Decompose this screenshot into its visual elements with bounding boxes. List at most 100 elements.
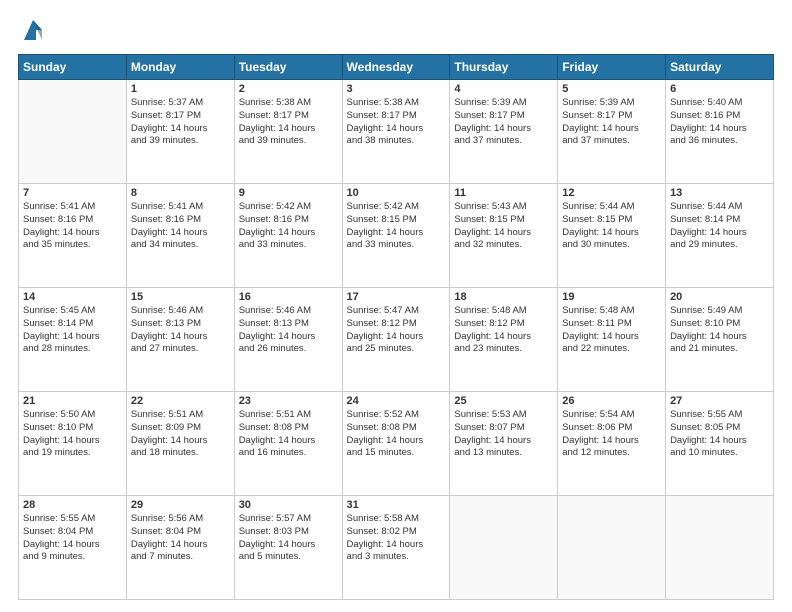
cell-info: Sunrise: 5:39 AM Sunset: 8:17 PM Dayligh… [454, 97, 553, 148]
calendar-cell: 27 Sunrise: 5:55 AM Sunset: 8:05 PM Dayli… [666, 392, 774, 496]
day-number: 20 [670, 291, 769, 303]
day-number: 26 [562, 395, 661, 407]
calendar-cell: 1Sunrise: 5:37 AM Sunset: 8:17 PM Daylig… [126, 80, 234, 184]
cell-info: Sunrise: 5:43 AM Sunset: 8:15 PM Dayligh… [454, 201, 553, 252]
day-number: 7 [23, 187, 122, 199]
day-number: 23 [239, 395, 338, 407]
cell-info: Sunrise: 5:42 AM Sunset: 8:15 PM Dayligh… [347, 201, 446, 252]
page: SundayMondayTuesdayWednesdayThursdayFrid… [0, 0, 792, 612]
calendar-cell: 5 Sunrise: 5:39 AM Sunset: 8:17 PM Daylig… [558, 80, 666, 184]
cell-info: Sunrise: 5:51 AM Sunset: 8:08 PM Dayligh… [239, 409, 338, 460]
cell-info: Sunrise: 5:47 AM Sunset: 8:12 PM Dayligh… [347, 305, 446, 356]
calendar-table: SundayMondayTuesdayWednesdayThursdayFrid… [18, 54, 774, 600]
calendar-cell: 6 Sunrise: 5:40 AM Sunset: 8:16 PM Daylig… [666, 80, 774, 184]
calendar-week-row: 14 Sunrise: 5:45 AM Sunset: 8:14 PM Dayli… [19, 288, 774, 392]
day-number: 22 [131, 395, 230, 407]
cell-info: Sunrise: 5:38 AM Sunset: 8:17 PM Dayligh… [239, 97, 338, 148]
calendar-cell: 11 Sunrise: 5:43 AM Sunset: 8:15 PM Dayli… [450, 184, 558, 288]
calendar-cell: 15 Sunrise: 5:46 AM Sunset: 8:13 PM Dayli… [126, 288, 234, 392]
cell-info: Sunrise: 5:55 AM Sunset: 8:04 PM Dayligh… [23, 513, 122, 564]
day-number: 10 [347, 187, 446, 199]
cell-info: Sunrise: 5:48 AM Sunset: 8:11 PM Dayligh… [562, 305, 661, 356]
calendar-cell [558, 496, 666, 600]
calendar-cell: 9 Sunrise: 5:42 AM Sunset: 8:16 PM Daylig… [234, 184, 342, 288]
weekday-header: Sunday [19, 55, 127, 80]
calendar-cell: 22 Sunrise: 5:51 AM Sunset: 8:09 PM Dayli… [126, 392, 234, 496]
cell-info: Sunrise: 5:48 AM Sunset: 8:12 PM Dayligh… [454, 305, 553, 356]
weekday-header: Saturday [666, 55, 774, 80]
calendar-cell: 18 Sunrise: 5:48 AM Sunset: 8:12 PM Dayli… [450, 288, 558, 392]
day-number: 2 [239, 83, 338, 95]
cell-info: Sunrise: 5:58 AM Sunset: 8:02 PM Dayligh… [347, 513, 446, 564]
weekday-header: Tuesday [234, 55, 342, 80]
calendar-cell: 20 Sunrise: 5:49 AM Sunset: 8:10 PM Dayli… [666, 288, 774, 392]
cell-info: Sunrise: 5:53 AM Sunset: 8:07 PM Dayligh… [454, 409, 553, 460]
calendar-cell: 4Sunrise: 5:39 AM Sunset: 8:17 PM Daylig… [450, 80, 558, 184]
calendar-cell: 13 Sunrise: 5:44 AM Sunset: 8:14 PM Dayli… [666, 184, 774, 288]
calendar-cell: 19 Sunrise: 5:48 AM Sunset: 8:11 PM Dayli… [558, 288, 666, 392]
day-number: 17 [347, 291, 446, 303]
cell-info: Sunrise: 5:54 AM Sunset: 8:06 PM Dayligh… [562, 409, 661, 460]
cell-info: Sunrise: 5:38 AM Sunset: 8:17 PM Dayligh… [347, 97, 446, 148]
calendar-cell: 24 Sunrise: 5:52 AM Sunset: 8:08 PM Dayli… [342, 392, 450, 496]
weekday-header: Wednesday [342, 55, 450, 80]
calendar-cell: 28 Sunrise: 5:55 AM Sunset: 8:04 PM Dayli… [19, 496, 127, 600]
day-number: 12 [562, 187, 661, 199]
header [18, 16, 774, 44]
cell-info: Sunrise: 5:50 AM Sunset: 8:10 PM Dayligh… [23, 409, 122, 460]
cell-info: Sunrise: 5:49 AM Sunset: 8:10 PM Dayligh… [670, 305, 769, 356]
day-number: 15 [131, 291, 230, 303]
calendar-cell: 7 Sunrise: 5:41 AM Sunset: 8:16 PM Daylig… [19, 184, 127, 288]
cell-info: Sunrise: 5:57 AM Sunset: 8:03 PM Dayligh… [239, 513, 338, 564]
cell-info: Sunrise: 5:44 AM Sunset: 8:15 PM Dayligh… [562, 201, 661, 252]
cell-info: Sunrise: 5:52 AM Sunset: 8:08 PM Dayligh… [347, 409, 446, 460]
day-number: 28 [23, 499, 122, 511]
calendar-cell: 16 Sunrise: 5:46 AM Sunset: 8:13 PM Dayli… [234, 288, 342, 392]
day-number: 3 [347, 83, 446, 95]
day-number: 14 [23, 291, 122, 303]
cell-info: Sunrise: 5:41 AM Sunset: 8:16 PM Dayligh… [23, 201, 122, 252]
day-number: 8 [131, 187, 230, 199]
cell-info: Sunrise: 5:41 AM Sunset: 8:16 PM Dayligh… [131, 201, 230, 252]
calendar-week-row: 21 Sunrise: 5:50 AM Sunset: 8:10 PM Dayli… [19, 392, 774, 496]
cell-info: Sunrise: 5:51 AM Sunset: 8:09 PM Dayligh… [131, 409, 230, 460]
day-number: 24 [347, 395, 446, 407]
cell-info: Sunrise: 5:45 AM Sunset: 8:14 PM Dayligh… [23, 305, 122, 356]
calendar-cell [19, 80, 127, 184]
day-number: 9 [239, 187, 338, 199]
calendar-cell: 26 Sunrise: 5:54 AM Sunset: 8:06 PM Dayli… [558, 392, 666, 496]
day-number: 16 [239, 291, 338, 303]
day-number: 30 [239, 499, 338, 511]
calendar-header-row: SundayMondayTuesdayWednesdayThursdayFrid… [19, 55, 774, 80]
cell-info: Sunrise: 5:40 AM Sunset: 8:16 PM Dayligh… [670, 97, 769, 148]
calendar-cell: 23 Sunrise: 5:51 AM Sunset: 8:08 PM Dayli… [234, 392, 342, 496]
logo-icon [22, 16, 44, 44]
day-number: 27 [670, 395, 769, 407]
calendar-cell [450, 496, 558, 600]
calendar-cell: 3 Sunrise: 5:38 AM Sunset: 8:17 PM Daylig… [342, 80, 450, 184]
day-number: 11 [454, 187, 553, 199]
cell-info: Sunrise: 5:44 AM Sunset: 8:14 PM Dayligh… [670, 201, 769, 252]
cell-info: Sunrise: 5:46 AM Sunset: 8:13 PM Dayligh… [239, 305, 338, 356]
day-number: 29 [131, 499, 230, 511]
weekday-header: Friday [558, 55, 666, 80]
day-number: 18 [454, 291, 553, 303]
calendar-cell: 30 Sunrise: 5:57 AM Sunset: 8:03 PM Dayli… [234, 496, 342, 600]
day-number: 21 [23, 395, 122, 407]
calendar-week-row: 1Sunrise: 5:37 AM Sunset: 8:17 PM Daylig… [19, 80, 774, 184]
logo [18, 16, 44, 44]
weekday-header: Monday [126, 55, 234, 80]
cell-info: Sunrise: 5:42 AM Sunset: 8:16 PM Dayligh… [239, 201, 338, 252]
cell-info: Sunrise: 5:46 AM Sunset: 8:13 PM Dayligh… [131, 305, 230, 356]
day-number: 5 [562, 83, 661, 95]
day-number: 25 [454, 395, 553, 407]
day-number: 6 [670, 83, 769, 95]
calendar-cell: 17 Sunrise: 5:47 AM Sunset: 8:12 PM Dayli… [342, 288, 450, 392]
calendar-cell: 8 Sunrise: 5:41 AM Sunset: 8:16 PM Daylig… [126, 184, 234, 288]
day-number: 13 [670, 187, 769, 199]
cell-info: Sunrise: 5:55 AM Sunset: 8:05 PM Dayligh… [670, 409, 769, 460]
cell-info: Sunrise: 5:39 AM Sunset: 8:17 PM Dayligh… [562, 97, 661, 148]
calendar-cell: 21 Sunrise: 5:50 AM Sunset: 8:10 PM Dayli… [19, 392, 127, 496]
cell-info: Sunrise: 5:56 AM Sunset: 8:04 PM Dayligh… [131, 513, 230, 564]
day-number: 19 [562, 291, 661, 303]
